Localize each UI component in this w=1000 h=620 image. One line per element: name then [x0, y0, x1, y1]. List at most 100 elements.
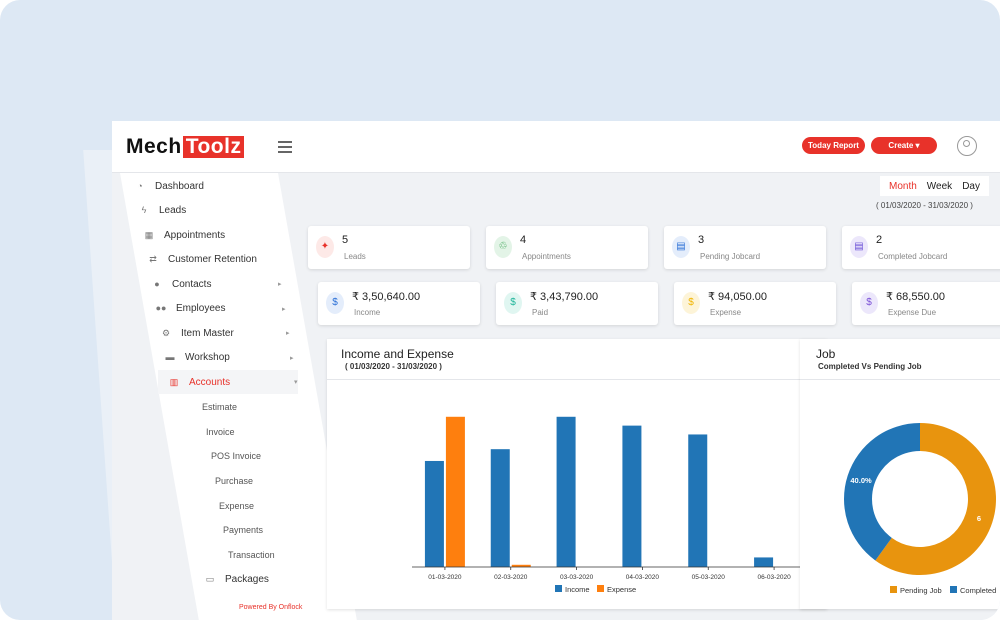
- legend-label-income[interactable]: Income: [565, 585, 590, 594]
- panel-subtitle: Completed Vs Pending Job: [818, 362, 922, 371]
- sidebar-subitem-purchase[interactable]: Purchase: [215, 476, 253, 486]
- stat-card-income[interactable]: $ ₹ 3,50,640.00 Income: [318, 282, 480, 325]
- stat-card-leads[interactable]: ✦ 5 Leads: [308, 226, 470, 269]
- legend-label-completed[interactable]: Completed: [960, 586, 996, 595]
- sidebar-subitem-pos-invoice[interactable]: POS Invoice: [211, 451, 261, 461]
- logo[interactable]: Mech Toolz: [126, 135, 245, 159]
- legend-swatch-income: [555, 585, 562, 592]
- money-bag-icon: $: [860, 292, 878, 314]
- income-expense-panel: Income and Expense ( 01/03/2020 - 31/03/…: [327, 339, 827, 609]
- users-icon: ●●: [155, 303, 167, 313]
- stat-label: Paid: [532, 308, 549, 317]
- bar-income-02-03-2020[interactable]: [490, 449, 510, 567]
- bar-income-05-03-2020[interactable]: [688, 434, 708, 567]
- chevron-right-icon[interactable]: ▸: [286, 329, 290, 337]
- stat-label: Completed Jobcard: [878, 252, 948, 261]
- sidebar-item-accounts[interactable]: ▥ Accounts: [158, 370, 298, 394]
- tab-week[interactable]: Week: [927, 181, 952, 192]
- sidebar-item-label: Packages: [225, 573, 269, 585]
- leads-icon: ✦: [316, 236, 334, 258]
- x-tick-label: 03-03-2020: [560, 574, 594, 581]
- donut-slice-completed[interactable]: [844, 423, 920, 561]
- stat-label: Pending Jobcard: [700, 252, 761, 261]
- bar-income-03-03-2020[interactable]: [556, 416, 576, 567]
- stat-label: Appointments: [522, 252, 571, 261]
- bar-income-01-03-2020[interactable]: [424, 460, 444, 567]
- legend-label-expense[interactable]: Expense: [607, 585, 636, 594]
- x-tick-label: 06-03-2020: [757, 574, 791, 581]
- sidebar-subitem-transaction[interactable]: Transaction: [228, 550, 275, 560]
- sidebar-item-customer-retention[interactable]: ⇄ Customer Retention: [147, 247, 257, 271]
- logo-text-mech: Mech: [126, 135, 182, 158]
- stat-value: ₹ 3,50,640.00: [352, 291, 421, 303]
- background: Mech Toolz Today Report Create ▾ ◔ Dashb…: [0, 0, 1000, 620]
- calendar-icon: ▦: [144, 230, 154, 240]
- sidebar-item-contacts[interactable]: ● Contacts: [151, 272, 211, 296]
- stat-label: Leads: [344, 252, 366, 261]
- sidebar-item-packages[interactable]: ▭ Packages: [204, 567, 269, 591]
- legend-swatch-pending-job: [890, 586, 897, 593]
- sidebar-item-employees[interactable]: ●● Employees: [155, 296, 226, 320]
- legend-label-pending-job[interactable]: Pending Job: [900, 586, 942, 595]
- stat-card-pending-jobcard[interactable]: ▤ 3 Pending Jobcard: [664, 226, 826, 269]
- sidebar-item-leads[interactable]: ϟ Leads: [138, 198, 187, 222]
- bolt-icon: ϟ: [141, 205, 147, 215]
- job-panel: Job Completed Vs Pending Job 6 40.0% Pend…: [800, 339, 1000, 609]
- date-range: ( 01/03/2020 - 31/03/2020 ): [876, 201, 973, 210]
- sidebar-item-label: Appointments: [164, 229, 226, 241]
- x-tick-label: 04-03-2020: [626, 574, 660, 581]
- range-tabs: Month Week Day: [880, 176, 989, 196]
- stat-value: ₹ 68,550.00: [886, 291, 945, 303]
- stat-label: Income: [354, 308, 381, 317]
- user-icon: ●: [154, 279, 160, 289]
- hamburger-menu-icon[interactable]: [278, 141, 292, 153]
- sidebar-item-label: Contacts: [172, 278, 212, 290]
- stat-value: ₹ 94,050.00: [708, 291, 767, 303]
- powered-by-text: Powered By Onflock: [239, 604, 303, 611]
- stat-card-expense-due[interactable]: $ ₹ 68,550.00 Expense Due: [852, 282, 1000, 325]
- today-report-button[interactable]: Today Report: [802, 137, 865, 154]
- chevron-right-icon[interactable]: ▸: [290, 354, 294, 362]
- legend-swatch-expense: [597, 585, 604, 592]
- stat-card-appointments[interactable]: ♲ 4 Appointments: [486, 226, 648, 269]
- stat-card-expense[interactable]: $ ₹ 94,050.00 Expense: [674, 282, 836, 325]
- sidebar-item-label: Customer Retention: [168, 253, 257, 265]
- top-bar: Mech Toolz Today Report Create ▾: [112, 121, 1000, 173]
- sidebar-subitem-estimate[interactable]: Estimate: [202, 402, 237, 412]
- sidebar-subitem-payments[interactable]: Payments: [223, 525, 263, 535]
- tab-day[interactable]: Day: [962, 181, 980, 192]
- app-window: Mech Toolz Today Report Create ▾ ◔ Dashb…: [112, 121, 1000, 620]
- panel-title: Job: [816, 347, 836, 361]
- panel-subtitle: ( 01/03/2020 - 31/03/2020 ): [345, 362, 442, 371]
- bar-income-06-03-2020[interactable]: [754, 557, 774, 567]
- sidebar-item-appointments[interactable]: ▦ Appointments: [143, 223, 225, 247]
- sidebar-subitem-expense[interactable]: Expense: [219, 501, 254, 511]
- sidebar-item-workshop[interactable]: ▬ Workshop: [164, 345, 230, 369]
- bar-expense-01-03-2020[interactable]: [445, 416, 465, 567]
- chevron-right-icon[interactable]: ▸: [282, 305, 286, 313]
- sidebar-item-label: Leads: [159, 204, 187, 216]
- chevron-down-icon[interactable]: ▾: [294, 378, 298, 386]
- bar-income-04-03-2020[interactable]: [622, 425, 642, 567]
- tab-month[interactable]: Month: [889, 181, 917, 192]
- user-avatar-icon[interactable]: [957, 136, 977, 156]
- retweet-icon: ⇄: [149, 254, 157, 264]
- sidebar-subitem-invoice[interactable]: Invoice: [206, 427, 235, 437]
- create-button[interactable]: Create ▾: [871, 137, 937, 154]
- stat-card-completed-jobcard[interactable]: ▤ 2 Completed Jobcard: [842, 226, 1000, 269]
- chevron-right-icon[interactable]: ▸: [278, 280, 282, 288]
- dashboard-icon: ◔: [137, 181, 143, 191]
- logo-text-toolz: Toolz: [182, 136, 245, 158]
- sidebar-item-item-master[interactable]: ⚙ Item Master: [160, 321, 234, 345]
- x-tick-label: 05-03-2020: [692, 574, 726, 581]
- car-icon: ▬: [165, 352, 175, 362]
- sidebar-item-label: Accounts: [189, 376, 231, 388]
- stat-label: Expense Due: [888, 308, 937, 317]
- donut-data-label: 6: [977, 514, 981, 523]
- donut-data-label: 40.0%: [850, 476, 872, 485]
- stat-card-paid[interactable]: $ ₹ 3,43,790.00 Paid: [496, 282, 658, 325]
- sidebar-item-dashboard[interactable]: ◔ Dashboard: [134, 174, 204, 198]
- stat-value: 3: [698, 234, 705, 246]
- money-bag-icon: $: [504, 292, 522, 314]
- sidebar-item-label: Workshop: [185, 351, 230, 363]
